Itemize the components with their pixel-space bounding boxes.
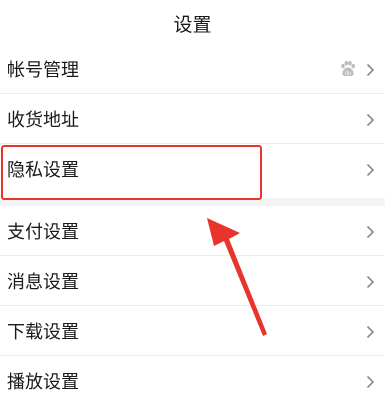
settings-item-messages[interactable]: 消息设置: [0, 256, 385, 306]
chevron-right-icon: [363, 62, 377, 77]
page-title: 设置: [173, 13, 212, 36]
chevron-right-icon: [363, 274, 377, 289]
annotation-highlight-box: [1, 145, 262, 200]
settings-item-label: 下载设置: [7, 322, 79, 343]
chevron-right-icon: [363, 324, 377, 339]
settings-item-payment[interactable]: 支付设置: [0, 206, 385, 256]
nav-bar: 设置: [0, 0, 385, 44]
settings-item-label: 帐号管理: [7, 60, 79, 81]
settings-item-label: 支付设置: [7, 222, 79, 243]
settings-item-address[interactable]: 收货地址: [0, 94, 385, 144]
chevron-right-icon: [363, 112, 377, 127]
chevron-right-icon: [363, 162, 377, 177]
settings-item-download[interactable]: 下载设置: [0, 306, 385, 356]
settings-item-playback[interactable]: 播放设置: [0, 356, 385, 406]
settings-group-2: 支付设置 消息设置 下载设置 播放设置: [0, 206, 385, 401]
settings-item-label: 消息设置: [7, 272, 79, 293]
baidu-paw-icon: du: [339, 60, 357, 78]
settings-item-account[interactable]: 帐号管理 du: [0, 44, 385, 94]
svg-text:du: du: [345, 71, 351, 77]
settings-item-label: 播放设置: [7, 372, 79, 393]
chevron-right-icon: [363, 224, 377, 239]
chevron-right-icon: [363, 374, 377, 389]
settings-item-label: 收货地址: [7, 110, 79, 131]
